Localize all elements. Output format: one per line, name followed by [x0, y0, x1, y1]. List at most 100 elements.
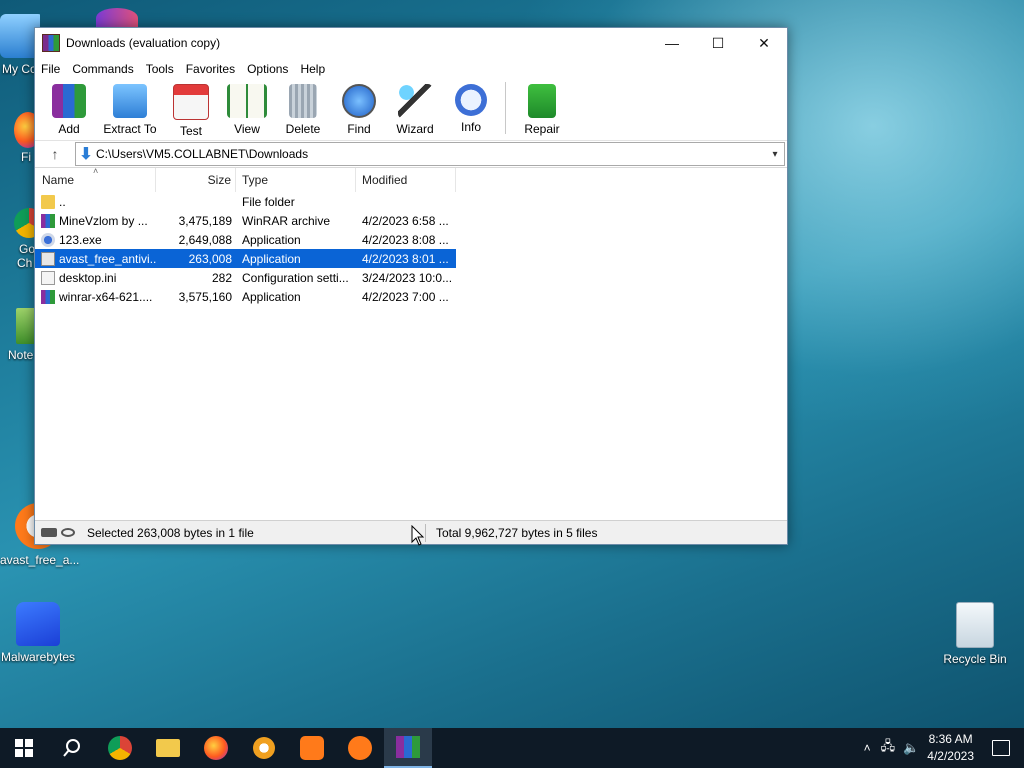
test-button[interactable]: Test [163, 80, 219, 138]
column-name[interactable]: ˄ Name [35, 166, 156, 192]
info-button[interactable]: Info [443, 80, 499, 134]
settings-file-icon [41, 270, 55, 285]
file-size: 282 [211, 270, 232, 285]
taskbar-winrar[interactable] [384, 728, 432, 768]
download-arrow-icon: ⬇ [79, 146, 93, 163]
application-icon [41, 251, 55, 266]
column-size-label: Size [207, 173, 231, 187]
mouse-cursor-icon [411, 525, 425, 546]
file-size: 3,475,189 [178, 213, 232, 228]
menu-favorites[interactable]: Favorites [182, 62, 243, 76]
table-row[interactable]: .. File folder [35, 192, 456, 211]
desktop-label: Malwarebytes [0, 650, 76, 664]
menu-help[interactable]: Help [296, 62, 333, 76]
taskbar-chrome[interactable] [96, 728, 144, 768]
file-name: MineVzlom by ... [59, 213, 148, 228]
drive-icon[interactable] [41, 528, 57, 537]
key-icon[interactable] [61, 528, 75, 537]
window-title: Downloads (evaluation copy) [66, 36, 221, 50]
start-button[interactable] [0, 728, 48, 768]
close-button[interactable]: ✕ [741, 28, 787, 58]
menu-tools[interactable]: Tools [142, 62, 182, 76]
repair-kit-icon [528, 84, 556, 118]
view-button[interactable]: View [219, 80, 275, 136]
winrar-app-icon [42, 34, 60, 52]
notifications-icon[interactable] [992, 740, 1010, 756]
desktop-icon-chrome[interactable]: Go Ch [0, 208, 36, 270]
menu-options[interactable]: Options [243, 62, 296, 76]
chrome-icon [108, 736, 132, 760]
column-size[interactable]: Size [156, 168, 236, 192]
delete-label: Delete [285, 122, 321, 136]
table-row[interactable]: desktop.ini 282 Configuration setti... 3… [35, 268, 456, 287]
taskbar-file-explorer[interactable] [144, 728, 192, 768]
desktop-icon-firefox[interactable]: Fi [0, 112, 34, 164]
column-modified[interactable]: Modified [356, 168, 456, 192]
title-bar: Downloads (evaluation copy) — ☐ ✕ [35, 28, 787, 58]
repair-button[interactable]: Repair [514, 80, 570, 136]
toolbar-separator [505, 82, 506, 134]
folder-icon [41, 194, 55, 209]
info-label: Info [460, 120, 481, 134]
column-type[interactable]: Type [236, 168, 356, 192]
chevron-down-icon[interactable]: ▾ [766, 149, 784, 160]
file-type: Application [242, 232, 301, 247]
wizard-button[interactable]: Wizard [387, 80, 443, 136]
magnifier-icon [342, 84, 376, 118]
file-name: avast_free_antivi... [59, 251, 156, 266]
taskbar-vpn[interactable] [240, 728, 288, 768]
desktop-icon-malwarebytes[interactable]: Malwarebytes [0, 602, 76, 664]
column-headers: ˄ Name Size Type Modified [35, 166, 787, 192]
file-type: File folder [242, 194, 295, 209]
file-type: Application [242, 251, 301, 266]
delete-button[interactable]: Delete [275, 80, 331, 136]
menu-commands[interactable]: Commands [68, 62, 141, 76]
table-row[interactable]: MineVzlom by ... 3,475,189 WinRAR archiv… [35, 211, 456, 230]
find-label: Find [347, 122, 371, 136]
taskbar-avast-2[interactable] [336, 728, 384, 768]
maximize-button[interactable]: ☐ [695, 28, 741, 58]
archive-books-icon [52, 84, 86, 118]
malwarebytes-icon [16, 602, 60, 646]
column-type-label: Type [242, 173, 269, 187]
desktop-icon-notepad[interactable]: Note [0, 308, 34, 362]
firefox-icon [204, 736, 228, 760]
file-modified: 4/2/2023 7:00 ... [362, 289, 449, 304]
volume-icon[interactable]: 🔈 [903, 740, 919, 756]
chevron-up-icon[interactable]: ˄ [864, 741, 871, 755]
find-button[interactable]: Find [331, 80, 387, 136]
search-button[interactable] [48, 728, 96, 768]
add-button[interactable]: Add [41, 80, 97, 136]
wizard-label: Wizard [396, 122, 434, 136]
test-checklist-icon [173, 84, 209, 120]
clock-time: 8:36 AM [928, 732, 973, 746]
menu-file[interactable]: File [37, 62, 68, 76]
path-text: C:\Users\VM5.COLLABNET\Downloads [96, 147, 309, 161]
column-name-label: Name [42, 173, 75, 187]
file-modified: 3/24/2023 10:0... [362, 270, 453, 285]
clock[interactable]: 8:36 AM 4/2/2023 [927, 731, 974, 765]
file-name: desktop.ini [59, 270, 117, 285]
desktop-icon-recycle-bin[interactable]: Recycle Bin [937, 602, 1013, 666]
add-label: Add [58, 122, 80, 136]
network-icon[interactable]: 🖧 [881, 737, 896, 759]
table-row-selected[interactable]: avast_free_antivi... 263,008 Application… [35, 249, 456, 268]
desktop-icon-browser-partial[interactable] [96, 8, 138, 28]
desktop-label: Note [8, 348, 34, 362]
view-label: View [234, 122, 260, 136]
file-size: 2,649,088 [178, 232, 232, 247]
total-status: Total 9,962,727 bytes in 5 files [436, 525, 598, 540]
search-icon [63, 739, 80, 757]
file-modified: 4/2/2023 6:58 ... [362, 213, 449, 228]
taskbar-avast[interactable] [288, 728, 336, 768]
table-row[interactable]: 123.exe 2,649,088 Application 4/2/2023 8… [35, 230, 456, 249]
avast-icon [300, 736, 324, 760]
table-row[interactable]: winrar-x64-621.... 3,575,160 Application… [35, 287, 456, 306]
taskbar-firefox[interactable] [192, 728, 240, 768]
status-divider [425, 523, 426, 542]
minimize-button[interactable]: — [649, 28, 695, 58]
path-field[interactable]: ⬇ C:\Users\VM5.COLLABNET\Downloads ▾ [75, 142, 785, 166]
up-arrow-icon[interactable]: ↑ [35, 146, 75, 162]
address-bar: ↑ ⬇ C:\Users\VM5.COLLABNET\Downloads ▾ [35, 141, 787, 168]
extract-to-button[interactable]: Extract To [97, 80, 163, 136]
